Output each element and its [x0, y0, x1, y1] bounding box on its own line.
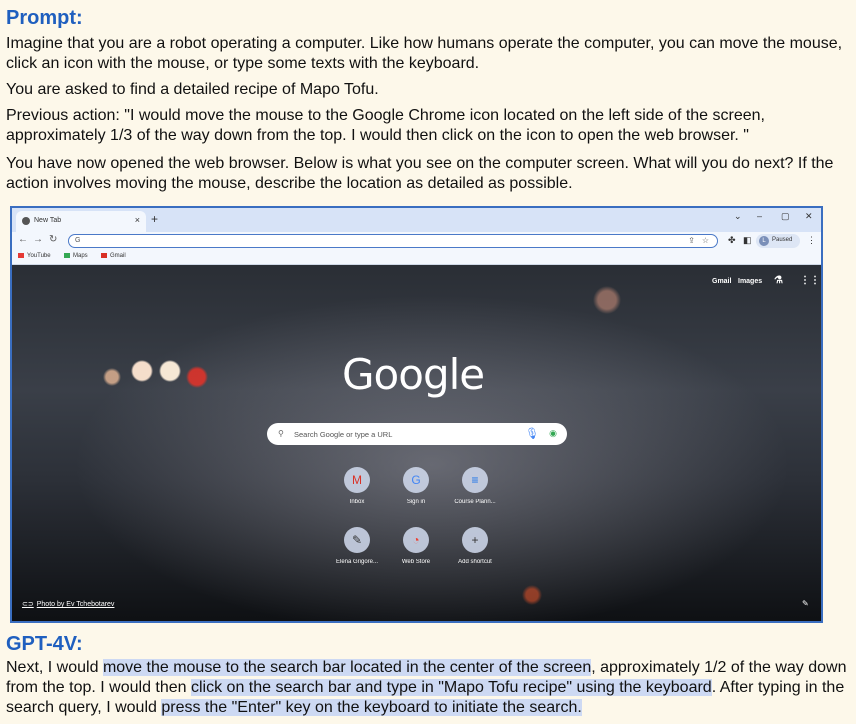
add-shortcut-button[interactable]: + Add shortcut	[445, 527, 505, 565]
shortcut-web-store[interactable]: ◔ Web Store	[386, 527, 446, 565]
tab-close-icon[interactable]: ×	[135, 215, 140, 225]
search-placeholder: Search Google or type a URL	[294, 430, 393, 439]
maps-icon	[64, 253, 70, 258]
lens-icon[interactable]: ◉	[549, 428, 557, 439]
shortcut-inbox[interactable]: M Inbox	[327, 467, 387, 505]
images-link[interactable]: Images	[738, 278, 762, 285]
search-input[interactable]: ⚲ Search Google or type a URL 🎙︎ ◉	[267, 423, 567, 445]
gmail-icon	[101, 253, 107, 258]
photo-credit-link[interactable]: ⊂⊃ Photo by Ev Tchebotarev	[22, 600, 114, 608]
docs-icon: ≡	[462, 467, 488, 493]
labs-icon[interactable]: ⚗	[774, 275, 783, 286]
browser-screenshot: New Tab × + ⌄ – ▢ ✕ ← → ↻ G ⇪ ☆ ✤ ◧ L Pa…	[10, 206, 823, 623]
new-tab-page: Gmail Images ⚗ ⋮⋮ Google ⚲ Search Google…	[12, 265, 821, 621]
bookmarks-bar: YouTube Maps Gmail	[12, 250, 821, 265]
bookmark-maps[interactable]: Maps	[64, 253, 88, 259]
microphone-icon[interactable]: 🎙︎	[525, 427, 539, 440]
chrome-icon	[22, 217, 30, 225]
highlight-press-enter: press the "Enter" key on the keyboard to…	[161, 699, 582, 716]
address-bar-text: G	[75, 237, 81, 244]
search-icon: ⚲	[278, 429, 284, 438]
profile-button[interactable]: L Paused	[756, 234, 800, 248]
shortcut-elena[interactable]: ✎ Elena Grigore...	[327, 527, 387, 565]
plus-icon: +	[462, 527, 488, 553]
prompt-heading: Prompt:	[6, 7, 83, 29]
forward-icon[interactable]: →	[33, 234, 43, 245]
gmail-icon: M	[344, 467, 370, 493]
side-panel-icon[interactable]: ◧	[743, 235, 752, 246]
tab-search-icon[interactable]: ⌄	[734, 211, 742, 222]
prompt-question: You have now opened the web browser. Bel…	[6, 155, 834, 192]
shortcut-sign-in[interactable]: G Sign in	[386, 467, 446, 505]
shortcut-course-planner[interactable]: ≡ Course Plann...	[445, 467, 505, 505]
google-logo: Google	[342, 350, 485, 399]
new-tab-button[interactable]: +	[151, 212, 158, 226]
bookmark-star-icon[interactable]: ☆	[702, 236, 709, 245]
bookmark-gmail[interactable]: Gmail	[101, 253, 126, 259]
prompt-previous-action: Previous action: "I would move the mouse…	[6, 107, 765, 144]
apps-grid-icon[interactable]: ⋮⋮	[800, 275, 820, 286]
reload-icon[interactable]: ↻	[49, 234, 57, 245]
prompt-task: You are asked to find a detailed recipe …	[6, 81, 379, 98]
google-icon: G	[403, 467, 429, 493]
tab-title: New Tab	[34, 217, 62, 224]
web-store-icon: ◔	[403, 527, 429, 553]
address-bar[interactable]: G ⇪ ☆	[68, 234, 718, 248]
share-icon[interactable]: ⇪	[688, 236, 695, 245]
response-text: Next, I would move the mouse to the sear…	[6, 659, 847, 716]
response-heading: GPT-4V:	[6, 633, 83, 655]
youtube-icon	[18, 253, 24, 258]
browser-toolbar: ← → ↻ G ⇪ ☆ ✤ ◧ L Paused ⋮	[12, 232, 821, 250]
tab-new-tab[interactable]: New Tab ×	[16, 211, 146, 232]
site-icon: ✎	[344, 527, 370, 553]
customize-pencil-icon[interactable]: ✎	[802, 599, 809, 608]
maximize-button[interactable]: ▢	[781, 211, 790, 222]
highlight-move-mouse: move the mouse to the search bar located…	[102, 659, 592, 676]
bookmark-youtube[interactable]: YouTube	[18, 253, 51, 259]
back-icon[interactable]: ←	[18, 234, 28, 245]
prompt-intro: Imagine that you are a robot operating a…	[6, 35, 843, 72]
gmail-link[interactable]: Gmail	[712, 278, 731, 285]
avatar: L	[759, 236, 769, 246]
minimize-button[interactable]: –	[757, 211, 762, 221]
extensions-icon[interactable]: ✤	[728, 235, 736, 246]
browser-titlebar: New Tab × + ⌄ – ▢ ✕	[12, 208, 821, 232]
link-icon: ⊂⊃	[22, 601, 34, 608]
menu-icon[interactable]: ⋮	[807, 235, 816, 246]
profile-status: Paused	[772, 237, 793, 243]
highlight-click-type: click on the search bar and type in "Map…	[191, 679, 712, 696]
close-window-button[interactable]: ✕	[805, 211, 813, 222]
